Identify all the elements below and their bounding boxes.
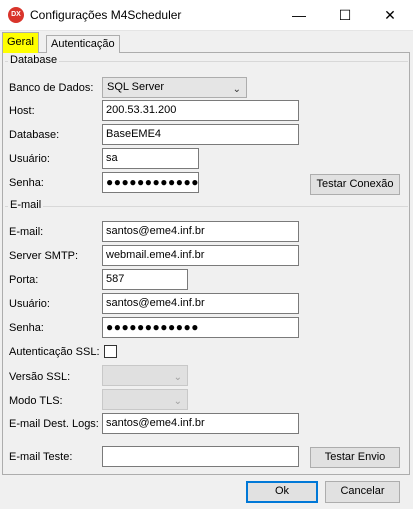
- db-user-input[interactable]: sa: [102, 148, 199, 169]
- tls-mode-select[interactable]: ⌄: [102, 389, 188, 410]
- ssl-version-label: Versão SSL:: [9, 371, 71, 383]
- email-group-title: E-mail: [8, 199, 44, 211]
- port-input[interactable]: 587: [102, 269, 188, 290]
- minimize-button[interactable]: —: [276, 0, 322, 30]
- dest-logs-input[interactable]: santos@eme4.inf.br: [102, 413, 299, 434]
- chevron-down-icon: ⌄: [232, 84, 241, 95]
- test-email-input[interactable]: [102, 446, 299, 467]
- database-label: Database:: [9, 129, 60, 141]
- smtp-input[interactable]: webmail.eme4.inf.br: [102, 245, 299, 266]
- email-user-label: Usuário:: [9, 298, 50, 310]
- ssl-checkbox[interactable]: [104, 345, 117, 358]
- db-user-label: Usuário:: [9, 153, 50, 165]
- email-user-input[interactable]: santos@eme4.inf.br: [102, 293, 299, 314]
- close-button[interactable]: ✕: [367, 0, 413, 30]
- test-connection-button[interactable]: Testar Conexão: [310, 174, 400, 195]
- host-input[interactable]: 200.53.31.200: [102, 100, 299, 121]
- tab-geral[interactable]: Geral: [2, 32, 39, 53]
- db-type-value: SQL Server: [107, 81, 165, 93]
- test-send-button[interactable]: Testar Envio: [310, 447, 400, 468]
- host-label: Host:: [9, 105, 35, 117]
- database-group-title: Database: [8, 54, 60, 66]
- ssl-version-select[interactable]: ⌄: [102, 365, 188, 386]
- tab-autenticacao[interactable]: Autenticação: [46, 35, 120, 53]
- cancel-button[interactable]: Cancelar: [325, 481, 400, 503]
- email-input[interactable]: santos@eme4.inf.br: [102, 221, 299, 242]
- tls-mode-label: Modo TLS:: [9, 395, 63, 407]
- dest-logs-label: E-mail Dest. Logs:: [9, 418, 99, 430]
- maximize-button[interactable]: ☐: [322, 0, 368, 30]
- db-password-input[interactable]: ●●●●●●●●●●●●●: [102, 172, 199, 193]
- db-type-label: Banco de Dados:: [9, 82, 94, 94]
- test-email-label: E-mail Teste:: [9, 451, 73, 463]
- email-group-line: [5, 206, 408, 207]
- database-group-line: [5, 61, 408, 62]
- email-password-label: Senha:: [9, 322, 44, 334]
- port-label: Porta:: [9, 274, 39, 286]
- chevron-down-icon: ⌄: [173, 396, 182, 407]
- ok-button[interactable]: Ok: [246, 481, 318, 503]
- email-password-input[interactable]: ●●●●●●●●●●●●: [102, 317, 299, 338]
- db-type-select[interactable]: SQL Server ⌄: [102, 77, 247, 98]
- ssl-label: Autenticação SSL:: [9, 346, 100, 358]
- email-label: E-mail:: [9, 226, 44, 238]
- chevron-down-icon: ⌄: [173, 372, 182, 383]
- database-input[interactable]: BaseEME4: [102, 124, 299, 145]
- app-icon: DX: [8, 7, 24, 23]
- window-title: Configurações M4Scheduler: [30, 8, 182, 22]
- db-password-label: Senha:: [9, 177, 44, 189]
- title-bar: DX Configurações M4Scheduler — ☐ ✕: [0, 0, 413, 31]
- smtp-label: Server SMTP:: [9, 250, 79, 262]
